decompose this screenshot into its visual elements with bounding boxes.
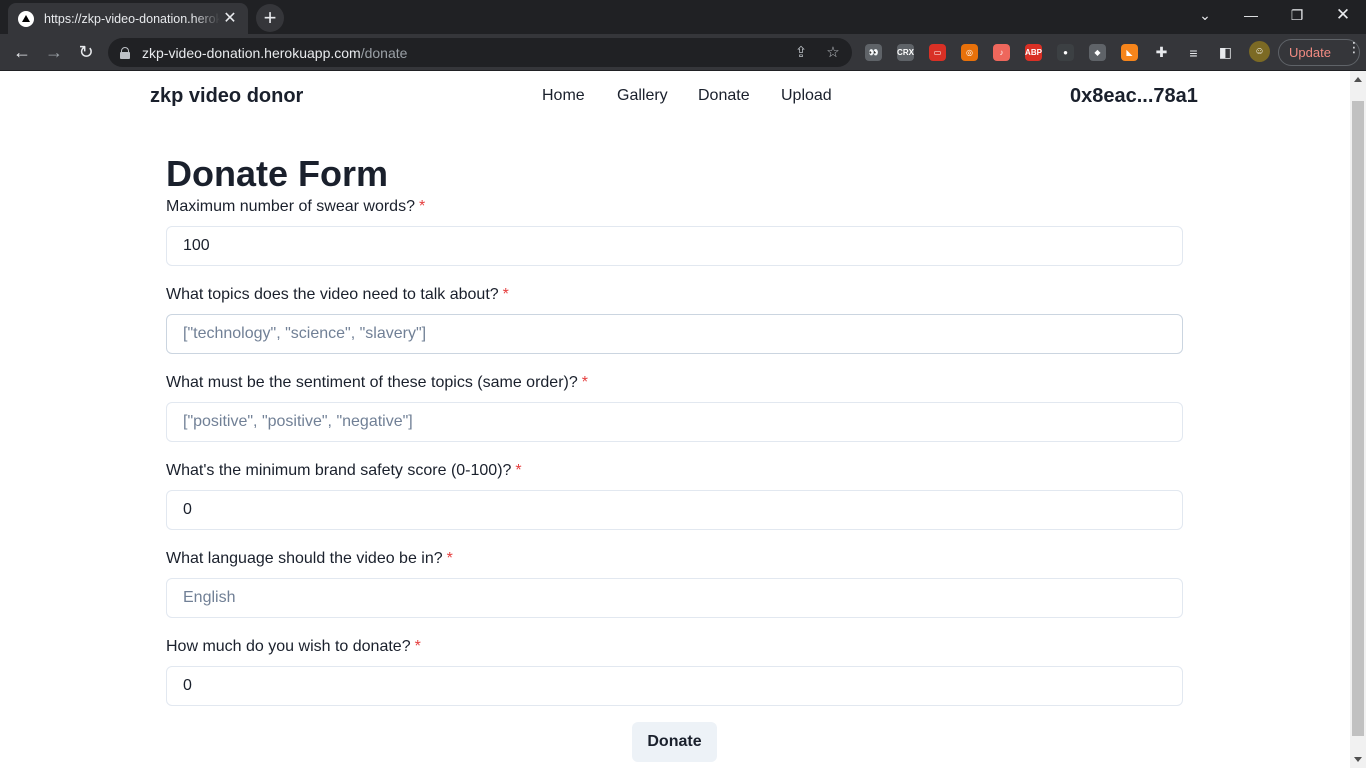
url-host: zkp-video-donation.herokuapp.com: [142, 44, 361, 61]
scroll-down-arrow-icon[interactable]: [1354, 757, 1362, 762]
nav-upload-link[interactable]: Upload: [781, 87, 832, 105]
donation-amount-label: How much do you wish to donate? *: [166, 638, 421, 656]
eyes-extension-icon[interactable]: 👀: [865, 44, 882, 61]
profile-avatar[interactable]: ☺: [1249, 41, 1270, 62]
brand-safety-input[interactable]: [166, 490, 1183, 530]
puzzle-extension-icon[interactable]: ◆: [1089, 44, 1106, 61]
nav-home-link[interactable]: Home: [542, 87, 585, 105]
required-asterisk: *: [414, 638, 421, 655]
nav-donate-link[interactable]: Donate: [698, 87, 750, 105]
red-extension-icon[interactable]: ▭: [929, 44, 946, 61]
more-menu-icon[interactable]: ⋮: [1347, 40, 1361, 54]
wallet-address[interactable]: 0x8eac...78a1: [1070, 85, 1198, 108]
swear-words-input[interactable]: [166, 226, 1183, 266]
required-asterisk: *: [418, 198, 426, 215]
swear-words-label: Maximum number of swear words? *: [166, 198, 425, 216]
new-tab-button[interactable]: +: [256, 4, 284, 32]
sentiment-label-text: What must be the sentiment of these topi…: [166, 374, 578, 391]
speaker-extension-icon[interactable]: ♪: [993, 44, 1010, 61]
brand-safety-label: What's the minimum brand safety score (0…: [166, 462, 522, 480]
back-button[interactable]: ←: [8, 38, 36, 66]
crx-extension-icon[interactable]: CRX: [897, 44, 914, 61]
tab-search-icon[interactable]: ⌄: [1182, 0, 1228, 30]
topics-input[interactable]: [166, 314, 1183, 354]
required-asterisk: *: [502, 286, 509, 303]
donate-submit-button[interactable]: Donate: [632, 722, 717, 762]
scroll-thumb[interactable]: [1352, 101, 1364, 736]
page-scrollbar[interactable]: [1350, 71, 1366, 768]
bookmark-star-icon[interactable]: ☆: [824, 44, 842, 62]
required-asterisk: *: [515, 462, 522, 479]
donation-amount-input[interactable]: [166, 666, 1183, 706]
language-input[interactable]: [166, 578, 1183, 618]
brand-safety-label-text: What's the minimum brand safety score (0…: [166, 462, 512, 479]
scroll-up-arrow-icon[interactable]: [1354, 77, 1362, 82]
forward-button[interactable]: →: [40, 38, 68, 66]
url-path: /donate: [360, 44, 408, 61]
reload-button[interactable]: ↻: [72, 38, 100, 66]
share-icon[interactable]: ⇪: [792, 44, 810, 62]
dark-extension-icon[interactable]: ●: [1057, 44, 1074, 61]
donation-amount-label-text: How much do you wish to donate?: [166, 638, 411, 655]
update-button[interactable]: Update ⋮: [1278, 39, 1361, 66]
orange-extension-icon[interactable]: ◎: [961, 44, 978, 61]
vercel-favicon-icon: [18, 10, 34, 27]
minimize-button[interactable]: —: [1228, 0, 1274, 30]
browser-tab[interactable]: https://zkp-video-donation.herokuapp.com…: [8, 3, 248, 34]
metamask-fox-icon[interactable]: ◣: [1121, 44, 1138, 61]
tab-close-icon[interactable]: ✕: [222, 10, 238, 27]
close-window-button[interactable]: ✕: [1320, 0, 1366, 30]
tab-title: https://zkp-video-donation.herokuapp.com…: [44, 11, 220, 26]
update-label: Update: [1289, 45, 1331, 60]
required-asterisk: *: [446, 550, 453, 567]
browser-tab-strip: https://zkp-video-donation.herokuapp.com…: [0, 0, 1366, 34]
restore-button[interactable]: ❐: [1274, 0, 1320, 30]
browser-toolbar: ← → ↻ zkp-video-donation.herokuapp.com/d…: [0, 34, 1366, 71]
lock-icon: [120, 46, 130, 59]
site-brand[interactable]: zkp video donor: [150, 85, 303, 108]
page-content: zkp video donor Home Gallery Donate Uplo…: [0, 71, 1350, 768]
page-title: Donate Form: [166, 153, 389, 194]
address-bar[interactable]: zkp-video-donation.herokuapp.com/donate …: [108, 38, 852, 67]
topics-label-text: What topics does the video need to talk …: [166, 286, 499, 303]
required-asterisk: *: [581, 374, 588, 391]
sentiment-input[interactable]: [166, 402, 1183, 442]
side-panel-icon[interactable]: ◧: [1217, 44, 1234, 61]
swear-words-label-text: Maximum number of swear words?: [166, 198, 415, 215]
sentiment-label: What must be the sentiment of these topi…: [166, 374, 588, 392]
topics-label: What topics does the video need to talk …: [166, 286, 509, 304]
media-queue-icon[interactable]: ≡: [1185, 44, 1202, 61]
extensions-puzzle-icon[interactable]: ✚: [1153, 44, 1170, 61]
adblock-extension-icon[interactable]: ABP: [1025, 44, 1042, 61]
language-label-text: What language should the video be in?: [166, 550, 443, 567]
nav-gallery-link[interactable]: Gallery: [617, 87, 668, 105]
language-label: What language should the video be in? *: [166, 550, 453, 568]
